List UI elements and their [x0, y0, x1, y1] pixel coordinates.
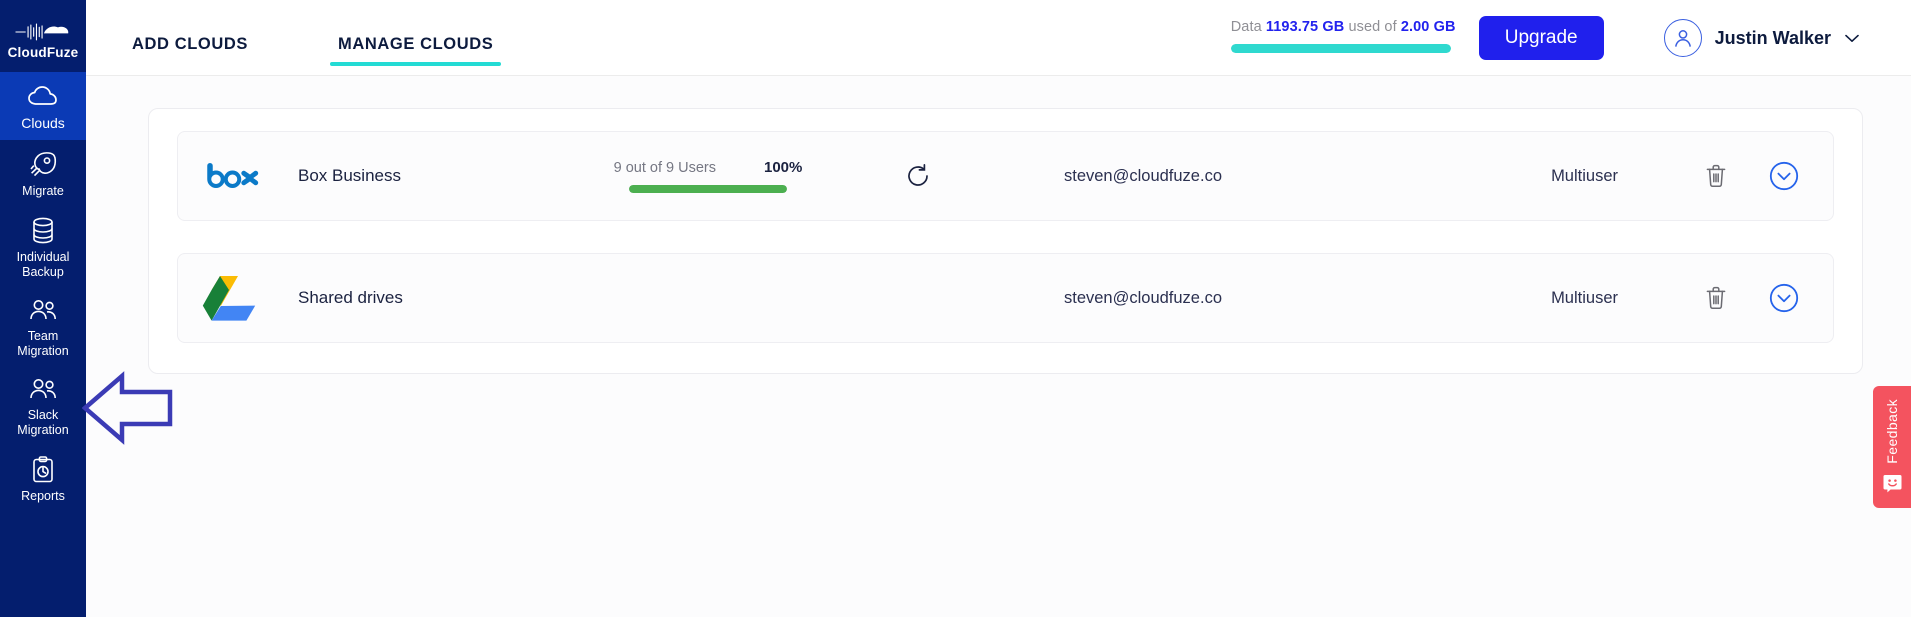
brand-name: CloudFuze	[7, 44, 79, 60]
cloud-email: steven@cloudfuze.co	[1063, 166, 1222, 185]
sidebar-item-label: Reports	[21, 488, 65, 503]
table-row[interactable]: Box Business 9 out of 9 Users 100% steve…	[177, 131, 1834, 221]
trash-icon[interactable]	[1705, 164, 1727, 188]
sidebar-item-label-line1: Individual	[16, 250, 70, 264]
database-icon	[31, 216, 55, 246]
tab-label: MANAGE CLOUDS	[338, 34, 494, 53]
cloud-logo-cell	[190, 274, 298, 322]
clipboard-chart-icon	[31, 455, 55, 485]
trash-icon[interactable]	[1705, 286, 1727, 310]
sidebar-item-label: Clouds	[21, 114, 65, 131]
data-usage-prefix: Data	[1230, 19, 1266, 35]
rocket-icon	[29, 150, 57, 180]
cloud-users-line: 9 out of 9 Users 100%	[614, 159, 803, 176]
sidebar-item-label: Individual Backup	[17, 250, 70, 279]
cloud-name: Box Business	[298, 166, 401, 185]
sidebar-item-team-migration[interactable]: Team Migration	[0, 287, 86, 366]
cloud-name: Shared drives	[298, 288, 403, 307]
cloud-icon	[28, 82, 58, 112]
sidebar-item-slack-migration[interactable]: Slack Migration	[0, 366, 86, 445]
box-logo-icon	[207, 163, 259, 188]
cloud-users-text: 9 out of 9 Users	[613, 160, 716, 176]
content-area: Box Business 9 out of 9 Users 100% steve…	[86, 76, 1911, 617]
data-usage: Data 1193.75 GB used of 2.00 GB	[1230, 19, 1456, 53]
sidebar-item-label-line1: Team	[27, 329, 59, 343]
tab-bar: ADD CLOUDS MANAGE CLOUDS	[86, 0, 575, 76]
data-usage-bar	[1230, 44, 1451, 53]
refresh-icon[interactable]	[858, 163, 978, 189]
user-menu[interactable]: Justin Walker	[1663, 19, 1859, 57]
feedback-label: Feedback	[1884, 399, 1900, 464]
google-drive-logo-icon	[202, 276, 256, 321]
tab-active-underline	[330, 61, 502, 66]
tab-add-clouds[interactable]: ADD CLOUDS	[124, 35, 256, 76]
chevron-down-icon	[1845, 31, 1859, 46]
app-root: CloudFuze Clouds Migrate Individual Back…	[0, 0, 1911, 617]
sidebar-item-reports[interactable]: Reports	[0, 445, 86, 513]
cloud-logo-cell	[190, 161, 298, 191]
sidebar-item-label-line2: Migration	[17, 422, 69, 437]
sidebar-item-label-line2: Migration	[17, 343, 69, 358]
topbar-right: Data 1193.75 GB used of 2.00 GB Upgrade …	[1230, 0, 1911, 76]
cloud-users-cell: 9 out of 9 Users 100%	[558, 159, 858, 193]
clouds-panel: Box Business 9 out of 9 Users 100% steve…	[148, 108, 1863, 374]
user-name: Justin Walker	[1714, 27, 1831, 48]
data-usage-middle: used of	[1344, 19, 1401, 35]
chevron-down-circle-icon[interactable]	[1769, 283, 1799, 313]
sidebar-item-migrate[interactable]: Migrate	[0, 140, 86, 208]
cloudfuze-logo-icon	[15, 23, 69, 40]
data-usage-total: 2.00 GB	[1400, 19, 1456, 35]
upgrade-button[interactable]: Upgrade	[1478, 16, 1604, 60]
sidebar-item-label: Slack Migration	[17, 408, 68, 437]
cloud-users-progress-bar	[629, 185, 787, 193]
cloud-email: steven@cloudfuze.co	[1063, 288, 1222, 307]
main-area: ADD CLOUDS MANAGE CLOUDS Data 1193.75 GB…	[86, 0, 1911, 617]
cloud-row-actions	[1618, 161, 1833, 191]
sidebar-item-label: Team Migration	[17, 329, 68, 358]
sidebar-item-individual-backup[interactable]: Individual Backup	[0, 208, 86, 287]
feedback-tab[interactable]: Feedback	[1873, 386, 1911, 508]
data-usage-used: 1193.75 GB	[1265, 19, 1345, 35]
cloud-users-percent: 100%	[763, 159, 803, 176]
sidebar: CloudFuze Clouds Migrate Individual Back…	[0, 0, 86, 617]
cloud-account-type: Multiuser	[1551, 288, 1618, 307]
sidebar-item-label-line2: Backup	[22, 264, 64, 279]
brand-logo[interactable]: CloudFuze	[0, 8, 86, 72]
cloud-row-actions	[1618, 283, 1833, 313]
data-usage-text: Data 1193.75 GB used of 2.00 GB	[1230, 19, 1456, 35]
data-usage-bar-fill	[1230, 44, 1451, 53]
topbar: ADD CLOUDS MANAGE CLOUDS Data 1193.75 GB…	[86, 0, 1911, 76]
table-row[interactable]: Shared drives steven@cloudfuze.co Multiu…	[177, 253, 1834, 343]
cloud-users-progress-fill	[629, 185, 787, 193]
smiley-face-icon	[1883, 474, 1902, 498]
sidebar-item-label-line1: Slack	[27, 408, 59, 422]
tab-label: ADD CLOUDS	[132, 34, 248, 53]
chevron-down-circle-icon[interactable]	[1769, 161, 1799, 191]
sidebar-item-clouds[interactable]: Clouds	[0, 72, 86, 140]
tab-manage-clouds[interactable]: MANAGE CLOUDS	[330, 34, 502, 76]
users-icon	[28, 295, 58, 325]
user-avatar-icon	[1663, 19, 1702, 57]
users-icon	[28, 374, 58, 404]
sidebar-item-label: Migrate	[22, 183, 64, 198]
cloud-account-type: Multiuser	[1551, 166, 1618, 185]
